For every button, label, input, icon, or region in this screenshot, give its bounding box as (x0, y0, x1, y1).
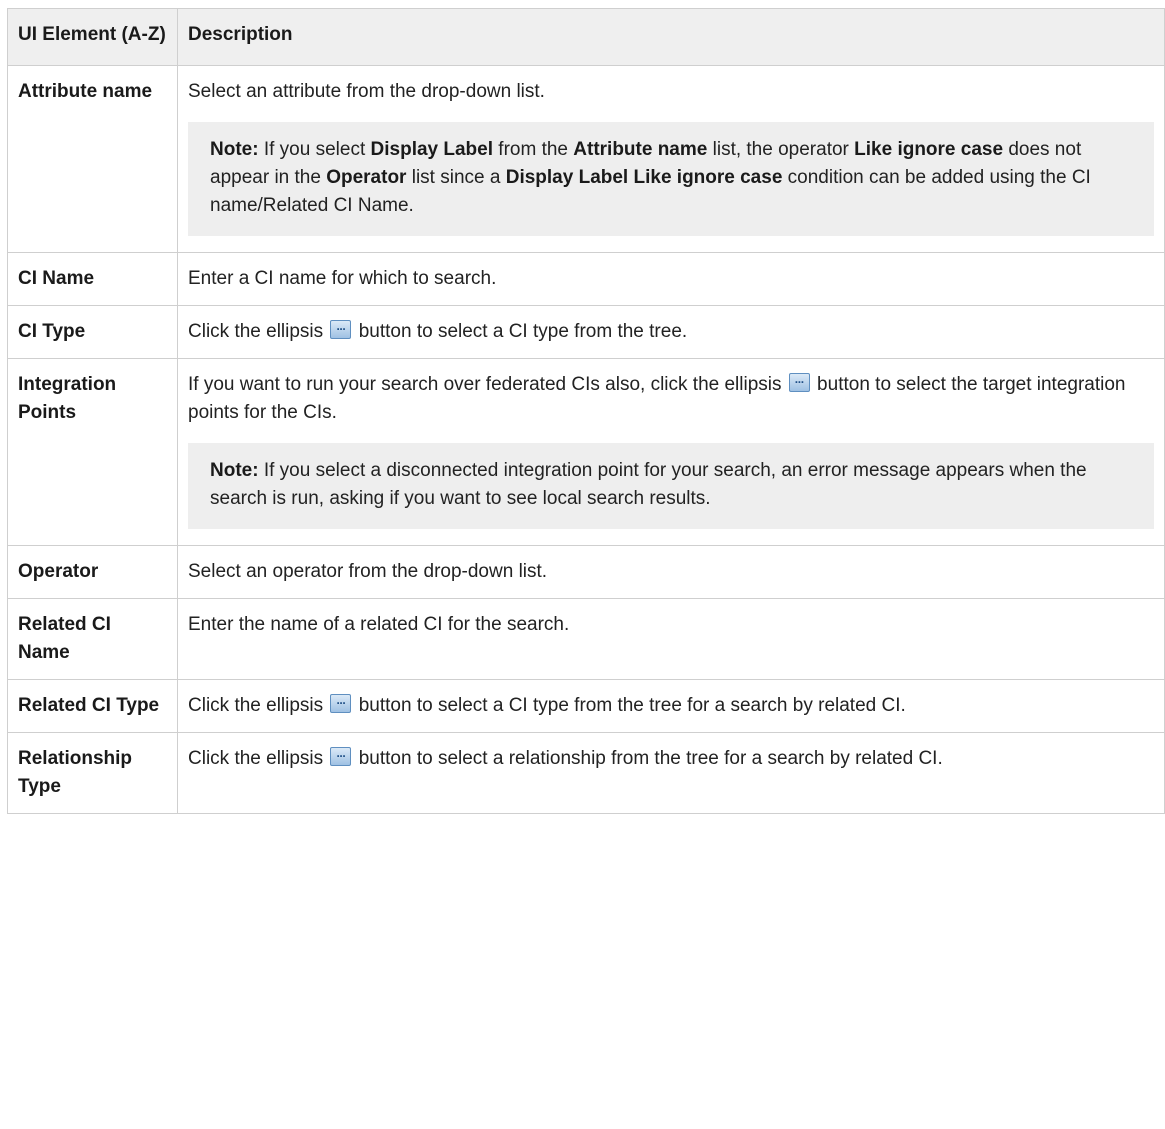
description-text: button to select a CI type from the tree… (353, 695, 906, 716)
description-text: Click the ellipsis (188, 321, 329, 342)
description-text: Click the ellipsis (188, 748, 329, 769)
element-description: Enter the name of a related CI for the s… (177, 598, 1165, 680)
header-ui-element: UI Element (A-Z) (7, 8, 178, 66)
table-row: Integration Points If you want to run yo… (7, 358, 1165, 546)
description-text: Click the ellipsis (188, 695, 329, 716)
note-box: Note: If you select a disconnected integ… (188, 443, 1154, 529)
table-row: Relationship Type Click the ellipsis ···… (7, 732, 1165, 814)
note-box: Note: If you select Display Label from t… (188, 122, 1154, 236)
note-label: Note: (210, 460, 259, 481)
ui-elements-table: UI Element (A-Z) Description Attribute n… (7, 8, 1165, 814)
element-name: Attribute name (7, 65, 178, 253)
ellipsis-glyph: ··· (336, 749, 346, 763)
element-name: CI Name (7, 252, 178, 306)
description-text: button to select a CI type from the tree… (353, 321, 688, 342)
element-name: Integration Points (7, 358, 178, 546)
description-text: If you want to run your search over fede… (188, 371, 1154, 427)
table-row: CI Name Enter a CI name for which to sea… (7, 252, 1165, 306)
element-description: Click the ellipsis ··· button to select … (177, 732, 1165, 814)
table-header-row: UI Element (A-Z) Description (7, 8, 1165, 66)
note-bold: Like ignore case (854, 139, 1004, 160)
note-text: list since a (406, 167, 506, 188)
note-bold: Display Label (370, 139, 494, 160)
table-row: CI Type Click the ellipsis ··· button to… (7, 305, 1165, 359)
ellipsis-button-icon: ··· (330, 747, 352, 766)
ellipsis-button-icon: ··· (330, 320, 352, 339)
ellipsis-glyph: ··· (794, 375, 805, 389)
note-bold: Display Label Like ignore case (505, 167, 783, 188)
table-row: Operator Select an operator from the dro… (7, 545, 1165, 599)
element-description: Select an attribute from the drop-down l… (177, 65, 1165, 253)
note-text: If you select (258, 139, 371, 160)
element-name: Operator (7, 545, 178, 599)
element-name: Related CI Type (7, 679, 178, 733)
note-text: from the (493, 139, 574, 160)
element-name: Related CI Name (7, 598, 178, 680)
table-row: Related CI Type Click the ellipsis ··· b… (7, 679, 1165, 733)
element-name: Relationship Type (7, 732, 178, 814)
header-description: Description (177, 8, 1165, 66)
note-bold: Attribute name (573, 139, 708, 160)
ellipsis-glyph: ··· (336, 696, 346, 710)
element-description: Click the ellipsis ··· button to select … (177, 679, 1165, 733)
table-row: Attribute name Select an attribute from … (7, 65, 1165, 253)
element-name: CI Type (7, 305, 178, 359)
table-row: Related CI Name Enter the name of a rela… (7, 598, 1165, 680)
ellipsis-button-icon: ··· (788, 373, 810, 392)
ellipsis-glyph: ··· (336, 322, 346, 336)
description-text: button to select a relationship from the… (353, 748, 943, 769)
element-description: Select an operator from the drop-down li… (177, 545, 1165, 599)
ellipsis-button-icon: ··· (330, 694, 352, 713)
element-description: Enter a CI name for which to search. (177, 252, 1165, 306)
note-text: If you select a disconnected integration… (210, 460, 1087, 509)
note-bold: Operator (326, 167, 407, 188)
note-text: list, the operator (707, 139, 855, 160)
element-description: Click the ellipsis ··· button to select … (177, 305, 1165, 359)
description-text: Select an attribute from the drop-down l… (188, 81, 545, 102)
note-label: Note: (210, 139, 259, 160)
description-text-part: If you want to run your search over fede… (188, 374, 787, 395)
element-description: If you want to run your search over fede… (177, 358, 1165, 546)
